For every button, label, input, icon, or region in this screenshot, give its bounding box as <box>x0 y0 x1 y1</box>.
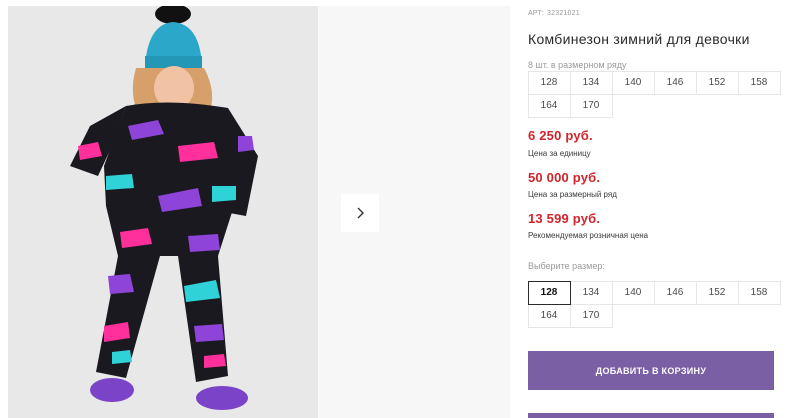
secondary-action-button[interactable] <box>528 413 774 418</box>
size-option[interactable]: 152 <box>695 280 739 305</box>
size-option[interactable]: 170 <box>569 303 613 328</box>
product-photo-illustration <box>8 6 318 418</box>
size-row-cell: 146 <box>653 70 697 95</box>
pack-note: 8 шт. в размерном ряду <box>528 60 627 70</box>
product-photo <box>8 6 318 418</box>
article-label: АРТ: <box>528 10 545 17</box>
size-row-cell: 170 <box>569 93 613 118</box>
chevron-right-icon <box>357 207 364 219</box>
size-picker: 128 134 140 146 152 158 164 170 <box>527 280 781 328</box>
size-row-cell: 128 <box>527 70 571 95</box>
size-row-cell: 158 <box>737 70 781 95</box>
add-to-cart-button[interactable]: ДОБАВИТЬ В КОРЗИНУ <box>528 351 774 390</box>
unit-price-label: Цена за единицу <box>528 149 591 158</box>
size-row-cell: 134 <box>569 70 613 95</box>
size-row-cell: 152 <box>695 70 739 95</box>
size-row-grid: 128 134 140 146 152 158 164 170 <box>527 70 781 118</box>
retail-price: 13 599 руб. <box>528 211 601 226</box>
article-value: 32321021 <box>547 10 580 17</box>
product-info: АРТ: 32321021 Комбинезон зимний для девоч… <box>527 0 800 418</box>
product-gallery <box>0 0 510 418</box>
row-price: 50 000 руб. <box>528 170 601 185</box>
product-title: Комбинезон зимний для девочки <box>528 31 750 47</box>
size-option[interactable]: 164 <box>527 303 571 328</box>
size-option-selected[interactable]: 128 <box>527 280 571 305</box>
next-photo-button[interactable] <box>341 194 379 232</box>
unit-price: 6 250 руб. <box>528 128 593 143</box>
size-picker-label: Выберите размер: <box>528 261 605 271</box>
size-option[interactable]: 158 <box>737 280 781 305</box>
size-option[interactable]: 134 <box>569 280 613 305</box>
product-page: АРТ: 32321021 Комбинезон зимний для девоч… <box>0 0 800 418</box>
size-row-cell: 140 <box>611 70 655 95</box>
row-price-label: Цена за размерный ряд <box>528 190 617 199</box>
retail-price-label: Рекомендуемая розничная цена <box>528 231 649 240</box>
article-number: АРТ: 32321021 <box>528 10 583 17</box>
size-row-cell: 164 <box>527 93 571 118</box>
size-option[interactable]: 146 <box>653 280 697 305</box>
size-option[interactable]: 140 <box>611 280 655 305</box>
